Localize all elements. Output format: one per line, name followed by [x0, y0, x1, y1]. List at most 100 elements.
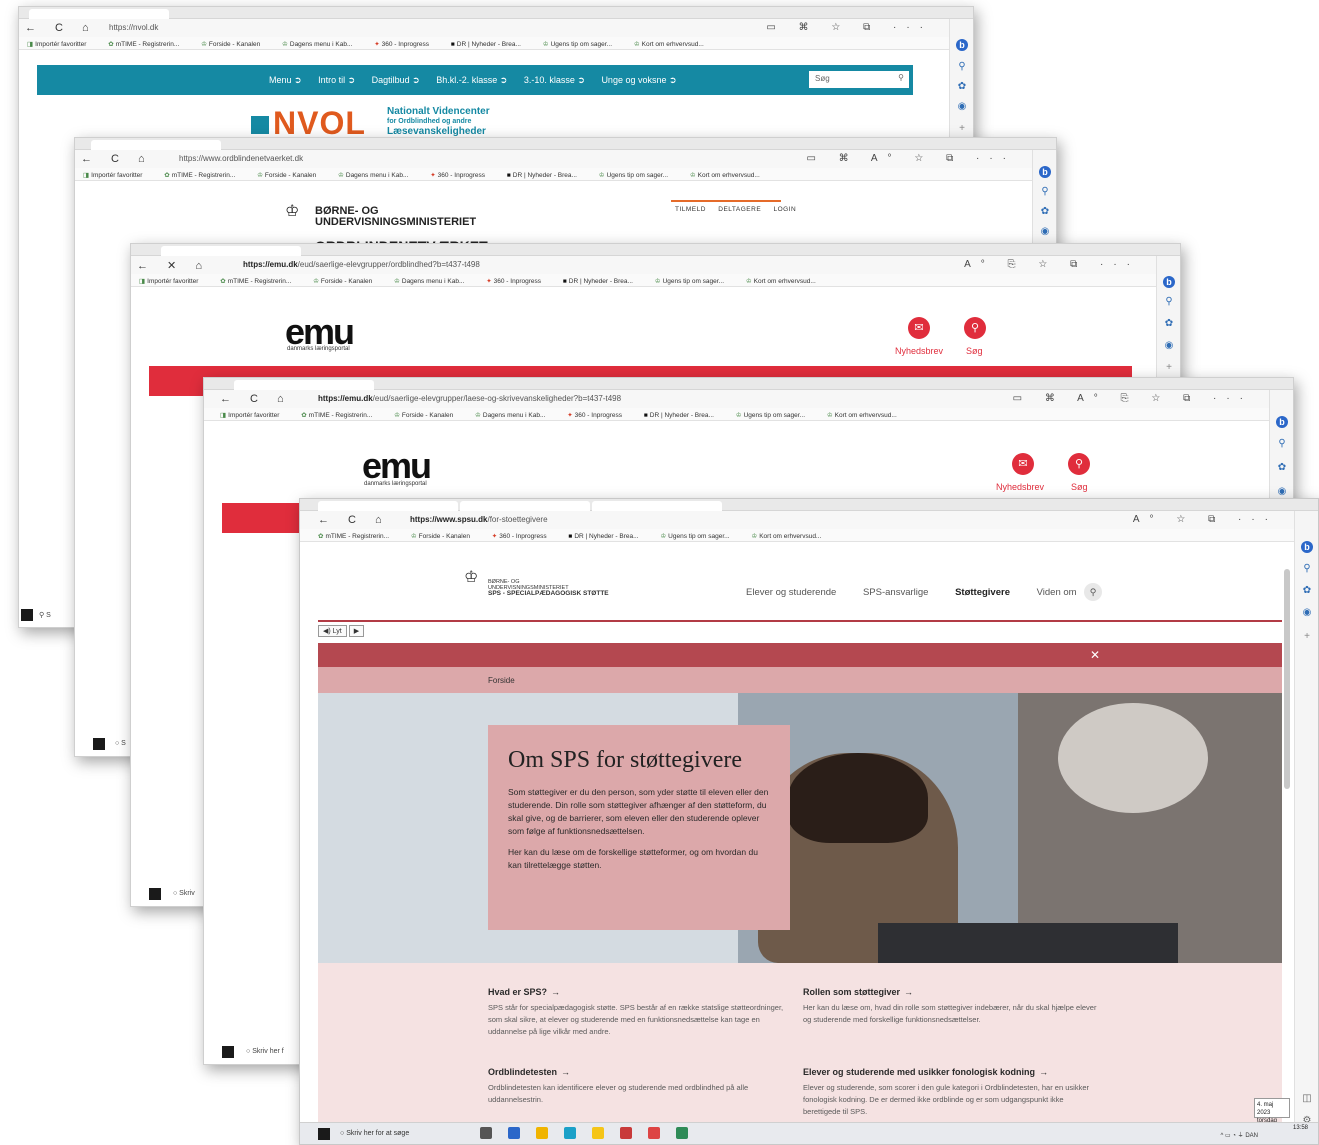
tab-emu[interactable]	[161, 246, 301, 256]
page-scrollbar[interactable]	[1284, 569, 1290, 789]
fav-item[interactable]: ■ DR | Nyheder - Brea...	[451, 41, 531, 48]
tab-nvol[interactable]	[29, 9, 169, 19]
search-icon[interactable]: ⚲ S	[39, 611, 51, 619]
nav-elever[interactable]: Elever og studerende	[746, 587, 836, 598]
nav-buttons[interactable]: ← C ⌂	[81, 153, 153, 165]
outlook-icon[interactable]: ◉	[1039, 226, 1051, 238]
fav-item[interactable]: ♔ Forside - Kanalen	[411, 533, 480, 540]
newsletter-label[interactable]: Nyhedsbrev	[996, 482, 1044, 492]
fav-item[interactable]: ♔ Kort om erhvervsud...	[746, 278, 826, 285]
search-icon[interactable]: ○ Skriv her f	[246, 1048, 284, 1055]
fav-item[interactable]: ♔ Dagens menu i Kab...	[338, 172, 418, 179]
address-bar[interactable]: ← C ⌂ https://www.spsu.dk/for-stoettegiv…	[300, 511, 1318, 529]
bing-icon[interactable]: b	[1039, 166, 1051, 178]
fav-item[interactable]: ◨ Importér favoritter	[220, 412, 289, 419]
newsletter-icon[interactable]: ✉	[908, 317, 930, 339]
tools-icon[interactable]: ✿	[1163, 318, 1175, 330]
outlook-icon[interactable]: ◉	[956, 101, 968, 113]
link-ordblindetesten[interactable]: Ordblindetesten → Ordblindetesten kan ide…	[488, 1067, 788, 1106]
start-icon[interactable]	[93, 738, 105, 750]
start-icon[interactable]	[222, 1046, 234, 1058]
nav-3-10[interactable]: 3.-10. klasse ➲	[524, 75, 585, 85]
outlook-icon[interactable]	[507, 1127, 520, 1139]
search-icon[interactable]: ○ Skriv	[173, 890, 195, 897]
fav-item[interactable]: ■ DR | Nyheder - Brea...	[568, 533, 648, 540]
start-icon[interactable]	[21, 609, 33, 621]
nav-dagtilbud[interactable]: Dagtilbud ➲	[372, 75, 420, 85]
nav-stottegivere[interactable]: Støttegivere	[955, 587, 1010, 598]
fav-item[interactable]: ✿ mTIME - Registrerin...	[108, 41, 189, 48]
url-text[interactable]: https://emu.dk/eud/saerlige-elevgrupper/…	[318, 394, 621, 403]
app-icon[interactable]	[647, 1127, 660, 1139]
fav-item[interactable]: ♔ Ugens tip om sager...	[543, 41, 622, 48]
layout-icon[interactable]: ◫	[1301, 1093, 1313, 1105]
add-icon[interactable]: +	[1301, 631, 1313, 643]
search-icon[interactable]: ⚲	[1084, 583, 1102, 601]
add-icon[interactable]: +	[1163, 362, 1175, 374]
url-text[interactable]: https://www.ordblindenetvaerket.dk	[179, 154, 303, 163]
nav-menu[interactable]: Menu ➲	[269, 75, 302, 85]
breadcrumb-forside[interactable]: Forside	[488, 676, 515, 685]
nav-buttons[interactable]: ← C ⌂	[25, 22, 97, 34]
fav-item[interactable]: ♔ Forside - Kanalen	[394, 412, 463, 419]
address-bar[interactable]: ← C ⌂ https://emu.dk/eud/saerlige-elevgr…	[204, 390, 1293, 408]
outlook-icon[interactable]: ◉	[1276, 486, 1288, 498]
nav-buttons[interactable]: ← ✕ ⌂	[137, 259, 210, 272]
ministry-logo[interactable]: ♔ BØRNE- OG UNDERVISNINGSMINISTERIET	[285, 204, 476, 228]
bing-icon[interactable]: b	[1301, 541, 1313, 553]
search-icon[interactable]: ⚲	[964, 317, 986, 339]
bing-icon[interactable]: b	[1276, 416, 1288, 428]
fav-item[interactable]: ◨ Importér favoritter	[139, 278, 208, 285]
fav-item[interactable]: ♔ Ugens tip om sager...	[655, 278, 734, 285]
file-explorer-icon[interactable]	[535, 1127, 548, 1139]
fav-item[interactable]: ♔ Dagens menu i Kab...	[282, 41, 362, 48]
search-label[interactable]: Søg	[1071, 482, 1088, 492]
tab-sps-active[interactable]	[592, 501, 722, 511]
search-icon[interactable]: ⚲	[956, 61, 968, 73]
fav-item[interactable]: ✦ 360 - Inprogress	[486, 278, 551, 285]
lyt-button[interactable]: ◀) Lyt	[318, 625, 347, 637]
link-deltagere[interactable]: DELTAGERE	[718, 206, 761, 213]
start-icon[interactable]	[318, 1128, 330, 1140]
ministry-logo[interactable]: ♔ BØRNE- OG UNDERVISNINGSMINISTERIET SPS…	[464, 570, 609, 597]
tab-ordblindenet[interactable]	[91, 140, 221, 150]
fav-item[interactable]: ♔ Dagens menu i Kab...	[475, 412, 555, 419]
search-icon[interactable]: ⚲	[1039, 186, 1051, 198]
fav-item[interactable]: ✿ mTIME - Registrerin...	[164, 172, 245, 179]
search-icon[interactable]: ○ S	[115, 740, 126, 747]
toolbar-icons[interactable]: A° ⎘ ☆ ⧉ ···	[964, 259, 1140, 270]
play-icon[interactable]: ▶	[348, 625, 365, 637]
bing-icon[interactable]: b	[956, 39, 968, 51]
excel-icon[interactable]	[675, 1127, 688, 1139]
toolbar-icons[interactable]: ▭ ⌘ A° ☆ ⧉ ···	[806, 153, 1016, 164]
tab-1[interactable]	[318, 501, 458, 511]
tools-icon[interactable]: ✿	[1276, 462, 1288, 474]
nav-viden-om[interactable]: Viden om	[1037, 587, 1077, 598]
emu-logo[interactable]: emu	[362, 448, 432, 484]
fav-item[interactable]: ■ DR | Nyheder - Brea...	[563, 278, 643, 285]
fav-item[interactable]: ◨ Importér favoritter	[83, 172, 152, 179]
start-icon[interactable]	[149, 888, 161, 900]
toolbar-icons[interactable]: A° ☆ ⧉ ···	[1133, 514, 1278, 525]
search-input[interactable]: Søg ⚲	[809, 71, 909, 88]
emu-logo[interactable]: emu	[285, 314, 355, 350]
tools-icon[interactable]: ✿	[1301, 585, 1313, 597]
link-rollen-som-stottegiver[interactable]: Rollen som støttegiver → Her kan du læse …	[803, 987, 1103, 1026]
fav-item[interactable]: ♔ Ugens tip om sager...	[599, 172, 678, 179]
fav-item[interactable]: ♔ Kort om erhvervsud...	[827, 412, 907, 419]
nav-intro[interactable]: Intro til ➲	[318, 75, 355, 85]
task-view-icon[interactable]	[480, 1127, 492, 1139]
url-text[interactable]: https://nvol.dk	[109, 23, 158, 32]
fav-item[interactable]: ♔ Kort om erhvervsud...	[634, 41, 714, 48]
taskbar-search[interactable]: ○ Skriv her for at søge	[340, 1130, 409, 1137]
close-icon[interactable]: ✕	[1090, 648, 1100, 662]
url-text[interactable]: https://emu.dk/eud/saerlige-elevgrupper/…	[243, 260, 480, 269]
fav-item[interactable]: ✦ 360 - Inprogress	[374, 41, 439, 48]
address-bar[interactable]: ← C ⌂ https://nvol.dk ▭ ⌘ ☆ ⧉ ···	[19, 19, 973, 37]
folder-icon[interactable]	[591, 1127, 604, 1139]
newsletter-label[interactable]: Nyhedsbrev	[895, 346, 943, 356]
nav-buttons[interactable]: ← C ⌂	[318, 514, 390, 526]
fav-item[interactable]: ♔ Forside - Kanalen	[201, 41, 270, 48]
browser-window-sps[interactable]: ← C ⌂ https://www.spsu.dk/for-stoettegiv…	[299, 498, 1319, 1145]
fav-item[interactable]: ♔ Forside - Kanalen	[257, 172, 326, 179]
